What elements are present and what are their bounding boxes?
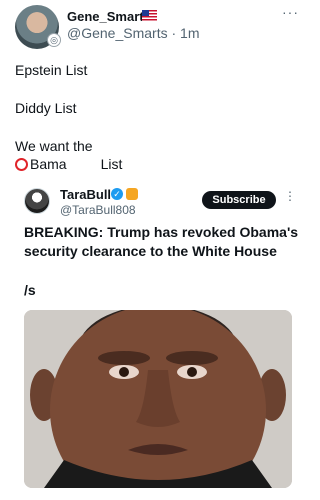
post-text-line: Bama List (15, 156, 122, 172)
display-name[interactable]: Gene_Smarts (67, 9, 151, 24)
quoted-avatar[interactable] (24, 188, 50, 214)
handle[interactable]: @Gene_Smarts (67, 25, 168, 41)
verified-check-icon: ✓ (111, 188, 123, 200)
more-options-icon[interactable]: ··· (282, 4, 299, 20)
affiliate-badge-icon (126, 188, 138, 200)
quoted-headline: BREAKING: Trump has revoked Obama's secu… (24, 224, 299, 259)
us-flag-icon (142, 10, 157, 21)
quoted-post[interactable]: TaraBull ✓ @TaraBull808 Subscribe ⋮ BREA… (15, 177, 305, 495)
post-header: ◎ Gene_Smarts @Gene_Smarts · 1m ··· (0, 0, 315, 50)
post-text-line: Epstein List (15, 62, 88, 78)
post-text-list: List (100, 156, 123, 172)
post-text-line: Diddy List (15, 100, 77, 116)
quoted-tag: /s (24, 282, 36, 298)
quoted-photo[interactable] (24, 310, 292, 488)
quoted-more-icon[interactable]: ⋮ (284, 189, 296, 203)
post-text-obama: Bama (30, 156, 67, 172)
subscribe-button[interactable]: Subscribe (202, 191, 276, 209)
quoted-display-name[interactable]: TaraBull (60, 187, 111, 202)
avatar-badge-icon: ◎ (47, 33, 61, 47)
handle-and-time: @Gene_Smarts · 1m (67, 25, 199, 41)
red-circle-icon (15, 157, 28, 171)
timestamp: · 1m (171, 25, 200, 41)
portrait-illustration (24, 310, 292, 488)
quoted-handle[interactable]: @TaraBull808 (60, 203, 136, 217)
post-text-line: We want the (15, 138, 93, 154)
